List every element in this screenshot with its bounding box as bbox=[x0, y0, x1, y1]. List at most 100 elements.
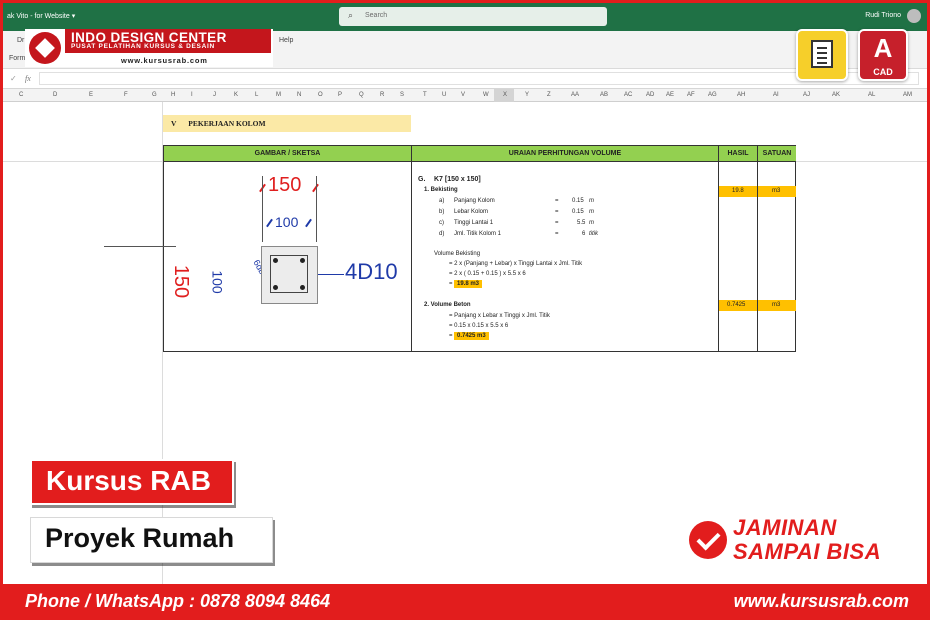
column-header-j[interactable]: J bbox=[213, 92, 216, 98]
column-header-aj[interactable]: AJ bbox=[803, 92, 810, 98]
header-calc[interactable]: URAIAN PERHITUNGAN VOLUME bbox=[412, 146, 719, 162]
tab-draw[interactable]: Dr bbox=[17, 37, 24, 44]
user-name[interactable]: Rudi Triono bbox=[865, 12, 901, 19]
column-header-h[interactable]: H bbox=[171, 92, 175, 98]
column-header-n[interactable]: N bbox=[297, 92, 301, 98]
param-eq: = bbox=[555, 198, 559, 204]
formula-input[interactable] bbox=[39, 72, 919, 85]
search-input[interactable]: ⌕ Search bbox=[339, 7, 607, 26]
column-header-f[interactable]: F bbox=[124, 92, 128, 98]
promo-frame: ak Vito - for Website ▾ ⌕ Search Rudi Tr… bbox=[0, 0, 930, 620]
check-icon[interactable]: ✓ bbox=[10, 74, 17, 83]
worksheet[interactable]: V PEKERJAAN KOLOM GAMBAR / SKETSA URAIAN… bbox=[3, 102, 927, 584]
column-header-w[interactable]: W bbox=[483, 92, 489, 98]
column-header-am[interactable]: AM bbox=[903, 92, 912, 98]
column-sketch[interactable]: 150 100 150 100 6db 4D10 bbox=[104, 162, 411, 352]
column-header-k[interactable]: K bbox=[234, 92, 238, 98]
column-header-ag[interactable]: AG bbox=[708, 92, 717, 98]
param-eq: = bbox=[555, 231, 559, 237]
guarantee-line-1: JAMINAN bbox=[733, 515, 837, 540]
column-header-m[interactable]: M bbox=[276, 92, 281, 98]
column-header-i[interactable]: I bbox=[191, 92, 193, 98]
column-header-u[interactable]: U bbox=[442, 92, 446, 98]
param-unit: titik bbox=[589, 231, 598, 237]
item-name: K7 [150 x 150] bbox=[434, 176, 481, 183]
param-key: b) bbox=[439, 209, 445, 215]
column-header-ai[interactable]: AI bbox=[773, 92, 779, 98]
tab-form[interactable]: Form bbox=[9, 55, 25, 62]
dim-line bbox=[316, 176, 317, 242]
column-header-t[interactable]: T bbox=[423, 92, 427, 98]
column-header-z[interactable]: Z bbox=[547, 92, 551, 98]
column-header-al[interactable]: AL bbox=[868, 92, 875, 98]
course-banner: Kursus RAB bbox=[30, 459, 234, 505]
satuan-cell[interactable]: m3 bbox=[758, 300, 796, 311]
param-key: a) bbox=[439, 198, 445, 204]
column-header-y[interactable]: Y bbox=[525, 92, 529, 98]
param-key: d) bbox=[439, 231, 445, 237]
calculation[interactable]: G. K7 [150 x 150] 1. Bekisting a) Panjan… bbox=[412, 162, 718, 352]
section-number: V bbox=[171, 119, 177, 128]
dim-left: 150 bbox=[170, 264, 193, 299]
column-header-s[interactable]: S bbox=[400, 92, 404, 98]
param-name: Panjang Kolom bbox=[454, 198, 495, 204]
column-header-v[interactable]: V bbox=[461, 92, 465, 98]
column-header-g[interactable]: G bbox=[152, 92, 157, 98]
column-section bbox=[261, 246, 318, 304]
document-app-icon bbox=[796, 29, 848, 81]
param-unit: m bbox=[589, 220, 594, 226]
column-header-ab[interactable]: AB bbox=[600, 92, 608, 98]
fx-icon[interactable]: fx bbox=[25, 74, 31, 83]
dim-tick bbox=[305, 218, 312, 228]
item-code: G. bbox=[418, 176, 426, 183]
column-header-x[interactable]: X bbox=[503, 92, 507, 98]
volume-table: GAMBAR / SKETSA URAIAN PERHITUNGAN VOLUM… bbox=[104, 145, 796, 352]
column-header-ad[interactable]: AD bbox=[646, 92, 654, 98]
param-value: 6 bbox=[582, 231, 586, 237]
header-satuan[interactable]: SATUAN bbox=[758, 146, 796, 162]
section-title[interactable]: V PEKERJAAN KOLOM bbox=[163, 115, 411, 132]
dim-line bbox=[104, 246, 176, 247]
column-header-o[interactable]: O bbox=[318, 92, 323, 98]
param-value: 0.15 bbox=[572, 209, 584, 215]
hasil-cell[interactable]: 0.7425 bbox=[719, 300, 757, 311]
hasil-cell[interactable]: 19.8 bbox=[719, 186, 757, 197]
column-header-aa[interactable]: AA bbox=[571, 92, 579, 98]
document-title[interactable]: ak Vito - for Website ▾ bbox=[7, 12, 75, 20]
column-header-ak[interactable]: AK bbox=[832, 92, 840, 98]
header-hasil[interactable]: HASIL bbox=[719, 146, 758, 162]
dim-line bbox=[262, 176, 263, 242]
column-header-q[interactable]: Q bbox=[359, 92, 364, 98]
search-icon: ⌕ bbox=[348, 10, 354, 20]
vol-bekisting-label: Volume Bekisting bbox=[434, 251, 481, 257]
autocad-app-icon: A CAD bbox=[858, 29, 908, 81]
column-header-c[interactable]: C bbox=[19, 92, 23, 98]
column-header-r[interactable]: R bbox=[380, 92, 384, 98]
column-header-ac[interactable]: AC bbox=[624, 92, 632, 98]
column-header-ae[interactable]: AE bbox=[666, 92, 674, 98]
column-header-ah[interactable]: AH bbox=[737, 92, 745, 98]
param-name: Jml. Titik Kolom 1 bbox=[454, 231, 502, 237]
sub-beton: 2. Volume Beton bbox=[424, 302, 471, 308]
param-unit: m bbox=[589, 198, 594, 204]
column-header-af[interactable]: AF bbox=[687, 92, 695, 98]
project-banner: Proyek Rumah bbox=[30, 517, 273, 563]
column-header-l[interactable]: L bbox=[255, 92, 258, 98]
column-headers: C D E F G H I J K L M N O P Q R S T U V W X Y Z AA AB AC AD AE AF AG AH… bbox=[3, 89, 927, 102]
vol-bekisting-result: 19.8 m3 bbox=[454, 280, 483, 288]
header-sketch[interactable]: GAMBAR / SKETSA bbox=[164, 146, 412, 162]
param-unit: m bbox=[589, 209, 594, 215]
website-url: www.kursusrab.com bbox=[733, 591, 909, 611]
column-header-e[interactable]: E bbox=[89, 92, 93, 98]
param-key: c) bbox=[439, 220, 444, 226]
param-eq: = bbox=[555, 220, 559, 226]
excel-title-bar: ak Vito - for Website ▾ ⌕ Search Rudi Tr… bbox=[3, 3, 927, 31]
column-header-p[interactable]: P bbox=[338, 92, 342, 98]
avatar[interactable] bbox=[907, 9, 921, 23]
tab-help[interactable]: Help bbox=[279, 37, 293, 44]
column-header-d[interactable]: D bbox=[53, 92, 57, 98]
satuan-cell[interactable]: m3 bbox=[758, 186, 796, 197]
search-placeholder: Search bbox=[365, 12, 388, 19]
vol-beton-eq: = bbox=[449, 333, 453, 339]
vol-beton-formula: = Panjang x Lebar x Tinggi x Jml. Titik bbox=[449, 313, 550, 319]
